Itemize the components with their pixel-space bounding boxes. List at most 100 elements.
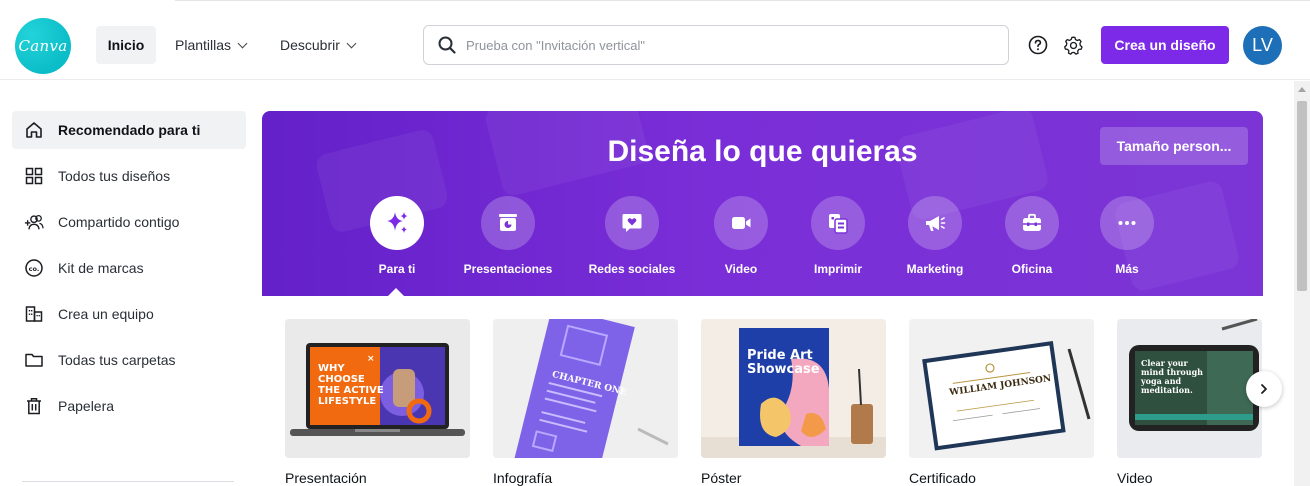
trash-icon <box>24 396 44 416</box>
hero-banner: Diseña lo que quieras Tamaño person... P… <box>262 111 1263 296</box>
scroll-up-arrow-icon[interactable] <box>1298 87 1306 92</box>
team-building-icon <box>24 304 44 324</box>
folder-icon <box>24 350 44 370</box>
category-icon-circle <box>714 196 768 250</box>
card-label: Póster <box>701 470 742 486</box>
home-icon <box>24 120 44 140</box>
create-design-button[interactable]: Crea un diseño <box>1101 26 1229 64</box>
sidebar-item-label: Kit de marcas <box>58 260 144 276</box>
category-for-you[interactable]: Para ti <box>342 196 452 276</box>
top-bar: Canva Inicio Plantillas Descubrir Crea u… <box>0 0 1310 80</box>
category-label: Para ti <box>378 262 416 276</box>
settings-button[interactable] <box>1061 33 1085 57</box>
gear-icon <box>1063 36 1083 55</box>
sidebar-item-label: Todos tus diseños <box>58 168 171 184</box>
sidebar-item-shared[interactable]: Compartido contigo <box>12 203 246 241</box>
search-bar[interactable] <box>423 25 1009 65</box>
svg-text:co.: co. <box>29 265 40 273</box>
custom-size-button[interactable]: Tamaño person... <box>1100 127 1248 165</box>
category-social-media[interactable]: Redes sociales <box>577 196 687 276</box>
sidebar-item-label: Todas tus carpetas <box>58 352 176 368</box>
page-scrollbar[interactable] <box>1294 81 1310 486</box>
sidebar-item-label: Crea un equipo <box>58 306 154 322</box>
sidebar-item-label: Papelera <box>58 398 115 414</box>
user-avatar[interactable]: LV <box>1243 26 1282 65</box>
shared-users-icon <box>24 212 44 232</box>
design-card-video[interactable]: Clear your mind through yoga and meditat… <box>1117 319 1262 486</box>
chevron-down-icon <box>237 38 248 48</box>
sidebar-item-recommended[interactable]: Recomendado para ti <box>12 111 246 149</box>
help-button[interactable] <box>1026 33 1050 57</box>
sidebar-item-label: Recomendado para ti <box>58 122 201 138</box>
card-thumbnail: Pride Art Showcase <box>701 319 886 458</box>
category-video[interactable]: Video <box>686 196 796 276</box>
nav-discover-button[interactable]: Descubrir <box>280 26 357 64</box>
search-icon <box>438 36 456 54</box>
category-office[interactable]: Oficina <box>977 196 1087 276</box>
category-label: Más <box>1115 262 1139 276</box>
sparkle-icon <box>387 212 408 233</box>
heart-chat-icon <box>622 214 642 232</box>
category-label: Imprimir <box>813 262 862 276</box>
sidebar-item-brand-kit[interactable]: co. Kit de marcas <box>12 249 246 287</box>
card-label: Video <box>1117 470 1153 486</box>
card-thumbnail: Clear your mind through yoga and meditat… <box>1117 319 1262 458</box>
design-card-presentation[interactable]: × WHY CHOOSE THE ACTIVE LIFESTYLE Presen… <box>285 319 470 486</box>
sidebar: Recomendado para ti Todos tus diseños Co… <box>0 81 260 486</box>
active-category-caret <box>386 288 406 296</box>
card-label: Infografía <box>493 470 553 486</box>
scroll-thumb[interactable] <box>1297 101 1307 291</box>
search-input[interactable] <box>466 37 986 53</box>
custom-size-label: Tamaño person... <box>1116 138 1232 154</box>
sidebar-item-all-designs[interactable]: Todos tus diseños <box>12 157 246 195</box>
carousel-next-button[interactable] <box>1246 371 1282 407</box>
create-design-label: Crea un diseño <box>1114 37 1216 53</box>
megaphone-icon <box>926 216 946 231</box>
design-card-infographic[interactable]: CHAPTER ONE Infografía <box>493 319 678 486</box>
more-dots-icon <box>1118 221 1136 225</box>
category-more[interactable]: Más <box>1072 196 1182 276</box>
video-camera-icon <box>732 217 751 229</box>
presentation-icon <box>499 214 517 231</box>
nav-home-button[interactable]: Inicio <box>96 26 156 64</box>
card-thumbnail-text: Clear your mind through yoga and meditat… <box>1141 358 1203 395</box>
card-thumbnail-text: WHY CHOOSE THE ACTIVE LIFESTYLE <box>318 363 384 407</box>
print-icon <box>829 214 848 234</box>
category-label: Oficina <box>1011 262 1053 276</box>
chevron-right-icon <box>1261 384 1267 394</box>
category-print[interactable]: Imprimir <box>783 196 893 276</box>
logo-text: Canva <box>18 37 68 55</box>
category-icon-circle <box>370 196 424 250</box>
card-thumbnail: WILLIAM JOHNSON <box>909 319 1094 458</box>
chevron-down-icon <box>346 38 357 48</box>
sidebar-divider <box>22 481 234 485</box>
sidebar-item-folders[interactable]: Todas tus carpetas <box>12 341 246 379</box>
grid-icon <box>24 166 44 186</box>
nav-home-label: Inicio <box>107 37 145 53</box>
card-label: Certificado <box>909 470 976 486</box>
brand-kit-icon: co. <box>24 258 44 278</box>
nav-templates-button[interactable]: Plantillas <box>175 26 248 64</box>
sidebar-item-label: Compartido contigo <box>58 214 180 230</box>
category-icon-circle <box>605 196 659 250</box>
card-thumbnail: × WHY CHOOSE THE ACTIVE LIFESTYLE <box>285 319 470 458</box>
category-label: Marketing <box>906 262 964 276</box>
nav-templates-label: Plantillas <box>175 37 232 53</box>
category-label: Presentaciones <box>463 262 553 276</box>
design-card-poster[interactable]: Pride Art Showcase Póster <box>701 319 886 486</box>
category-presentations[interactable]: Presentaciones <box>453 196 563 276</box>
sidebar-item-create-team[interactable]: Crea un equipo <box>12 295 246 333</box>
category-icon-circle <box>811 196 865 250</box>
category-icon-circle <box>1100 196 1154 250</box>
card-thumbnail: CHAPTER ONE <box>493 319 678 458</box>
category-marketing[interactable]: Marketing <box>880 196 990 276</box>
canva-logo[interactable]: Canva <box>15 18 71 74</box>
category-icon-circle <box>1005 196 1059 250</box>
poster-mockup <box>701 319 886 458</box>
category-icon-circle <box>908 196 962 250</box>
sidebar-item-trash[interactable]: Papelera <box>12 387 246 425</box>
design-card-certificate[interactable]: WILLIAM JOHNSON Certificado <box>909 319 1094 486</box>
category-label: Redes sociales <box>588 262 676 276</box>
briefcase-icon <box>1023 213 1041 231</box>
infographic-mockup <box>493 319 678 458</box>
